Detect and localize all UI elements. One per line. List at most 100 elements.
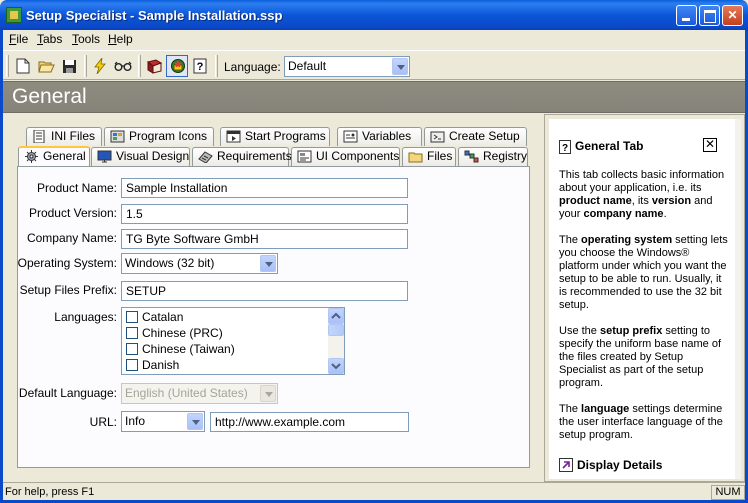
default-language-select: English (United States) <box>121 383 278 404</box>
app-icon[interactable] <box>6 7 22 23</box>
ui-components-icon <box>297 150 312 163</box>
create-setup-icon <box>430 131 445 143</box>
folder-icon <box>408 152 423 163</box>
product-name-input[interactable]: Sample Installation <box>121 178 408 198</box>
help-title: ? General Tab <box>559 139 643 154</box>
tab-visual-design[interactable]: Visual Design <box>91 147 190 166</box>
context-help-button[interactable]: ? <box>189 55 211 77</box>
help-icon: ? <box>559 140 571 154</box>
tab-requirements[interactable]: Requirements <box>192 147 292 166</box>
language-checkbox-item[interactable]: Chinese (Taiwan) <box>126 342 235 356</box>
help-paragraph: The operating system setting lets you ch… <box>559 234 728 311</box>
chevron-down-icon[interactable] <box>187 413 203 430</box>
help-content: ? General Tab ✕ This tab collects basic … <box>549 119 735 479</box>
menu-tabs[interactable]: Tabs <box>37 32 62 46</box>
menu-tools[interactable]: Tools <box>72 32 100 46</box>
scroll-down-button[interactable] <box>328 358 344 374</box>
toolbar-separator <box>215 55 218 77</box>
company-name-label: Company Name: <box>26 231 117 245</box>
test-glasses-icon <box>114 61 132 71</box>
menu-bar: File Tabs Tools Help <box>3 30 745 49</box>
languages-label: Languages: <box>54 310 117 324</box>
save-button[interactable] <box>58 55 80 77</box>
title-bar[interactable]: Setup Specialist - Sample Installation.s… <box>0 0 748 30</box>
setup-files-prefix-input[interactable]: SETUP <box>121 281 408 301</box>
monitor-icon <box>97 150 112 163</box>
tab-program-icons[interactable]: Program Icons <box>104 127 214 146</box>
url-type-select[interactable]: Info <box>121 411 205 432</box>
chevron-up-icon <box>331 312 341 319</box>
program-icons-icon <box>110 130 125 143</box>
maximize-button[interactable] <box>699 5 720 26</box>
product-version-label: Product Version: <box>28 206 117 220</box>
page-title: General <box>12 85 87 108</box>
scroll-up-button[interactable] <box>328 308 344 324</box>
tab-registry[interactable]: Registry <box>458 147 528 166</box>
documentation-button[interactable] <box>143 55 165 77</box>
chevron-down-icon[interactable] <box>392 58 408 75</box>
checkbox[interactable] <box>126 311 138 323</box>
svg-text:?: ? <box>197 61 204 73</box>
display-details-link[interactable]: Display Details <box>559 458 662 472</box>
languages-scrollbar[interactable] <box>328 308 344 374</box>
url-input[interactable]: http://www.example.com <box>210 412 409 432</box>
registry-icon <box>464 150 479 163</box>
wizard-icon <box>170 59 185 73</box>
menu-file[interactable]: File <box>9 32 28 46</box>
operating-system-select[interactable]: Windows (32 bit) <box>121 253 278 274</box>
build-button[interactable] <box>89 55 111 77</box>
build-lightning-icon <box>94 58 106 74</box>
new-file-button[interactable] <box>12 55 34 77</box>
tab-variables[interactable]: Variables <box>337 127 422 146</box>
checkbox[interactable] <box>126 327 138 339</box>
languages-listbox[interactable]: Catalan Chinese (PRC) Chinese (Taiwan) D… <box>121 307 345 375</box>
checkbox[interactable] <box>126 343 138 355</box>
tab-files[interactable]: Files <box>402 147 456 166</box>
language-checkbox-item[interactable]: Chinese (PRC) <box>126 326 223 340</box>
menu-help[interactable]: Help <box>108 32 133 46</box>
help-close-button[interactable]: ✕ <box>703 138 717 152</box>
toolbar-separator <box>138 55 141 77</box>
minimize-button[interactable] <box>676 5 697 26</box>
save-icon <box>62 59 76 73</box>
tab-ini-files[interactable]: INI Files <box>26 127 102 146</box>
open-button[interactable] <box>35 55 57 77</box>
num-lock-indicator: NUM <box>711 485 745 500</box>
toolbar-grip[interactable] <box>6 55 9 77</box>
company-name-input[interactable]: TG Byte Software GmbH <box>121 229 408 249</box>
variables-icon <box>343 130 358 143</box>
book-icon <box>146 58 162 74</box>
test-button[interactable] <box>112 55 134 77</box>
chevron-down-icon[interactable] <box>260 255 276 272</box>
url-label: URL: <box>89 415 117 429</box>
language-select[interactable]: Default <box>284 56 410 77</box>
checkbox[interactable] <box>126 359 138 371</box>
gear-icon <box>25 150 38 163</box>
language-checkbox-item[interactable]: Catalan <box>126 310 183 324</box>
scroll-thumb[interactable] <box>328 324 344 336</box>
requirements-icon <box>198 151 213 163</box>
default-language-label: Default Language: <box>18 386 117 400</box>
new-file-icon <box>16 58 30 74</box>
tab-ui-components[interactable]: UI Components <box>291 147 400 166</box>
product-version-input[interactable]: 1.5 <box>121 204 408 224</box>
wizard-button[interactable] <box>166 55 188 77</box>
tab-create-setup[interactable]: Create Setup <box>424 127 527 146</box>
help-scrollbar[interactable] <box>735 119 741 479</box>
context-help-icon: ? <box>193 58 207 74</box>
status-text: For help, press F1 <box>5 486 95 498</box>
operating-system-label: Operating System: <box>17 256 117 270</box>
toolbar-separator <box>84 55 87 77</box>
help-paragraph: Use the setup prefix setting to specify … <box>559 325 722 389</box>
language-checkbox-item[interactable]: Danish <box>126 358 179 372</box>
details-arrow-icon <box>559 458 573 472</box>
status-bar: For help, press F1 NUM <box>3 482 745 500</box>
tab-general[interactable]: General <box>18 146 90 166</box>
tab-start-programs[interactable]: Start Programs <box>220 127 330 146</box>
chevron-down-icon <box>260 385 276 402</box>
close-button[interactable]: ✕ <box>722 5 743 26</box>
chevron-down-icon <box>331 363 341 370</box>
language-select-value: Default <box>288 59 327 73</box>
toolbar: ? Language: Default <box>3 50 745 80</box>
section-header: General <box>3 81 745 113</box>
